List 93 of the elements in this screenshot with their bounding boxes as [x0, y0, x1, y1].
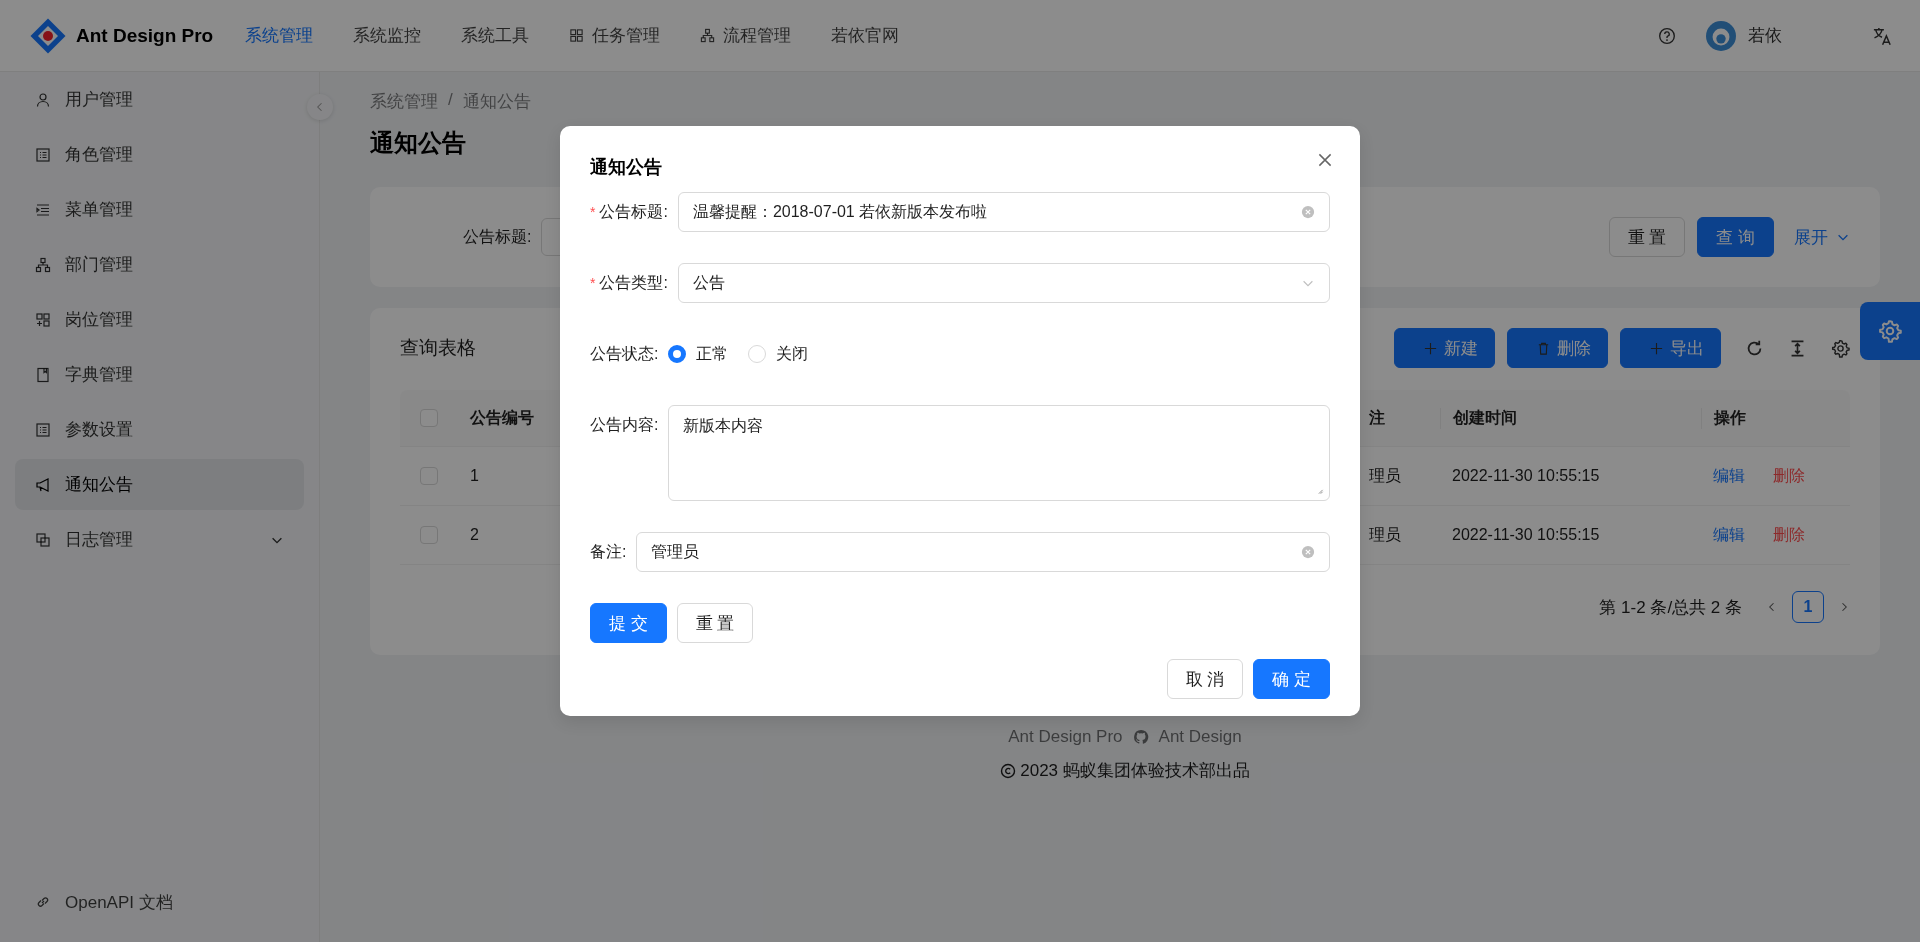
plus-icon — [1423, 340, 1438, 356]
cancel-button[interactable]: 取 消 — [1166, 659, 1244, 699]
pagination-summary: 第 1-2 条/总共 2 条 — [1599, 596, 1742, 619]
reload-icon[interactable] — [1745, 338, 1764, 358]
required-mark: * — [590, 275, 596, 291]
edit-link[interactable]: 编辑 — [1713, 465, 1745, 487]
sidebar-menu-item[interactable]: 部门管理 — [15, 239, 304, 290]
modal-title: 通知公告 — [590, 156, 662, 179]
ok-button[interactable]: 确 定 — [1253, 659, 1330, 699]
delete-link[interactable]: 删除 — [1773, 524, 1805, 546]
field-label: 公告内容: — [590, 415, 659, 435]
text-field[interactable]: 管理员 — [636, 532, 1330, 572]
breadcrumb-item[interactable]: 通知公告 — [462, 90, 531, 113]
book-icon — [35, 366, 51, 383]
field-label: 公告类型: — [599, 272, 668, 293]
avatar-icon[interactable] — [1706, 20, 1736, 51]
link-icon — [35, 894, 51, 910]
close-icon[interactable] — [1316, 151, 1334, 169]
footer-link[interactable]: Ant Design Pro — [1008, 727, 1123, 747]
sidebar-menu-item[interactable]: 通知公告 — [15, 459, 304, 510]
nav-menu-item[interactable]: 若依官网 — [811, 0, 920, 72]
list-icon — [35, 421, 51, 438]
table-cell: 理员 — [1369, 525, 1401, 543]
nav-menu-item[interactable]: 系统监控 — [333, 0, 442, 72]
indent-icon — [35, 201, 51, 218]
table-cell: 2022-11-30 10:55:15 — [1452, 526, 1600, 543]
new-button[interactable]: 新建 — [1394, 328, 1495, 368]
sidebar-menu-item[interactable]: 日志管理 — [15, 514, 304, 565]
clear-icon[interactable] — [1301, 545, 1315, 559]
sidebar-menu-item[interactable]: 菜单管理 — [15, 184, 304, 235]
field-label: 备注: — [590, 541, 627, 562]
column-header: 公告编号 — [470, 408, 534, 426]
column-header: 注 — [1369, 408, 1385, 426]
sidebar-menu-item[interactable]: 字典管理 — [15, 349, 304, 400]
table-cell: 2022-11-30 10:55:15 — [1452, 467, 1600, 484]
user-icon — [35, 91, 51, 108]
radio-option[interactable]: 关闭 — [748, 343, 809, 365]
reset-button[interactable]: 重 置 — [676, 603, 754, 643]
export-button[interactable]: 导出 — [1620, 328, 1721, 368]
footer-link[interactable]: Ant Design — [1158, 727, 1242, 747]
sidebar-menu-item[interactable]: 参数设置 — [15, 404, 304, 455]
field-label: 公告标题: — [463, 226, 532, 247]
page-title: 通知公告 — [370, 128, 467, 158]
expand-link[interactable]: 展开 — [1794, 225, 1850, 249]
sidebar-menu-item[interactable]: 角色管理 — [15, 129, 304, 180]
settings-icon[interactable] — [1831, 338, 1850, 358]
settings-icon — [1878, 319, 1902, 343]
grid-icon — [35, 311, 51, 328]
column-header: 创建时间 — [1453, 408, 1517, 426]
clear-icon[interactable] — [1301, 205, 1315, 219]
list-icon — [35, 146, 51, 163]
delete-link[interactable]: 删除 — [1773, 465, 1805, 487]
table-title: 查询表格 — [400, 336, 476, 360]
settings-button[interactable] — [1860, 302, 1920, 360]
nav-menu-item[interactable]: 系统管理 — [225, 0, 334, 72]
table-cell: 1 — [470, 467, 479, 484]
app-title: Ant Design Pro — [76, 24, 214, 47]
plus-icon — [1649, 340, 1664, 356]
nav-menu-item[interactable]: 流程管理 — [680, 0, 812, 72]
grid-icon — [569, 28, 585, 43]
text-field[interactable]: 温馨提醒：2018-07-01 若依新版本发布啦 — [677, 192, 1330, 232]
trash-icon — [1536, 340, 1551, 356]
hierarchy-icon — [35, 256, 51, 273]
sidebar-menu-item[interactable]: OpenAPI 文档 — [0, 872, 319, 932]
reset-button[interactable]: 重 置 — [1608, 217, 1686, 257]
copyright-icon — [1000, 762, 1017, 779]
edit-link[interactable]: 编辑 — [1713, 524, 1745, 546]
table-cell: 理员 — [1369, 466, 1401, 484]
text-area[interactable]: 新版本内容 — [668, 405, 1330, 501]
translate-icon[interactable] — [1872, 25, 1892, 46]
page-button[interactable]: 1 — [1792, 591, 1824, 623]
delete-button[interactable]: 删除 — [1507, 328, 1608, 368]
breadcrumb-item[interactable]: 系统管理 — [370, 90, 438, 113]
hierarchy-icon — [700, 28, 716, 43]
sidebar-menu-item[interactable]: 岗位管理 — [15, 294, 304, 345]
breadcrumb-separator: / — [448, 90, 453, 111]
required-mark: * — [590, 204, 596, 220]
sidebar-menu-item[interactable]: 用户管理 — [15, 74, 304, 125]
submit-button[interactable]: 提 交 — [590, 603, 667, 643]
field-label: 公告标题: — [599, 201, 668, 222]
megaphone-icon — [35, 476, 51, 493]
help-icon[interactable] — [1658, 26, 1676, 45]
nav-menu-item[interactable]: 系统工具 — [441, 0, 550, 72]
query-button[interactable]: 查 询 — [1697, 217, 1774, 257]
field-label: 公告状态: — [590, 343, 659, 364]
select-field[interactable]: 公告 — [677, 263, 1330, 303]
user-name[interactable]: 若依 — [1748, 24, 1782, 47]
radio-option[interactable]: 正常 — [668, 343, 729, 365]
table-cell: 2 — [470, 526, 479, 543]
copy-icon — [35, 531, 51, 548]
column-header: 操作 — [1714, 408, 1746, 426]
copyright-text: 2023 蚂蚁集团体验技术部出品 — [1020, 760, 1250, 782]
nav-menu-item[interactable]: 任务管理 — [549, 0, 681, 72]
